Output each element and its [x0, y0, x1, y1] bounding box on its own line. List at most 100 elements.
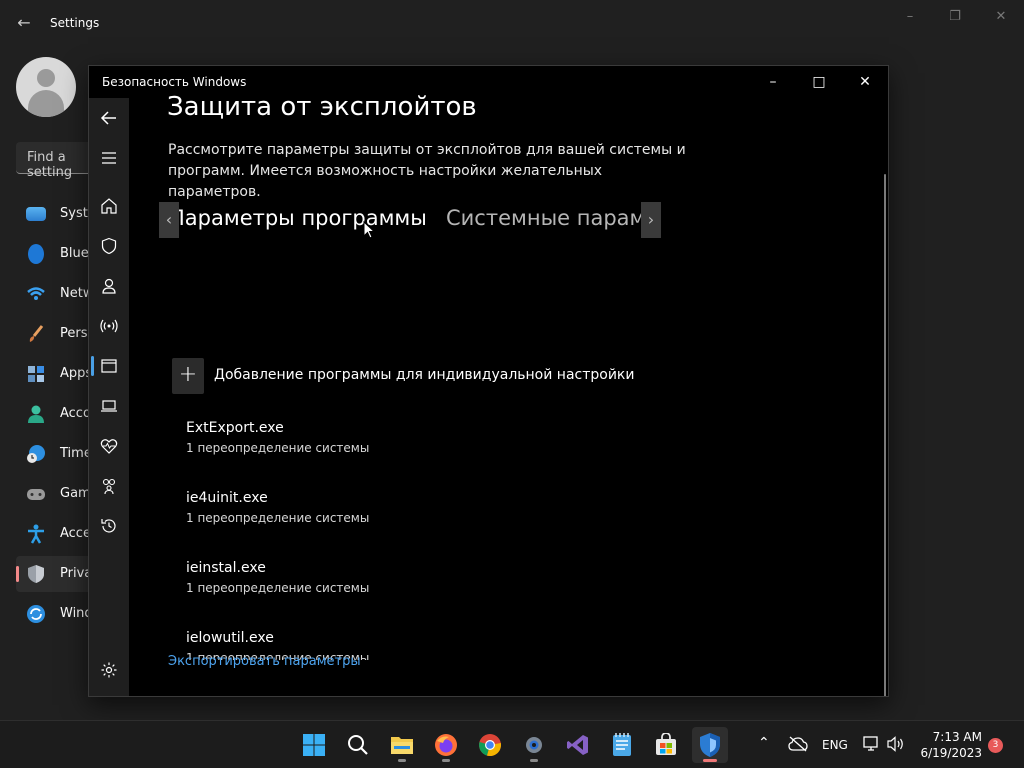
tab-program-settings[interactable]: Параметры программы	[169, 206, 427, 230]
scrollbar[interactable]	[884, 174, 886, 696]
gear-icon	[526, 737, 542, 753]
sidebar-item-accessibility[interactable]: Accessibility	[16, 516, 140, 552]
nav-protection-history[interactable]	[89, 508, 129, 544]
nav-account-protection[interactable]	[89, 268, 129, 304]
sidebar-item-windows-update[interactable]: Windows Update	[16, 596, 169, 632]
security-window-title: Безопасность Windows	[102, 75, 247, 89]
nav-home[interactable]	[89, 188, 129, 224]
taskbar-visual-studio[interactable]	[560, 727, 596, 763]
update-icon	[26, 604, 46, 624]
wifi-icon	[26, 284, 46, 304]
tab-strip: Параметры программы Системные параметры …	[159, 202, 661, 240]
antenna-icon	[100, 319, 118, 333]
program-override-count: 1 переопределение системы	[186, 581, 370, 595]
app-window-icon	[101, 359, 117, 373]
minimize-icon[interactable]: –	[750, 66, 796, 98]
taskbar-chrome[interactable]	[472, 727, 508, 763]
clock-globe-icon	[26, 444, 46, 464]
plus-icon: +	[172, 358, 204, 394]
shield-icon	[101, 237, 117, 255]
sidebar-item-apps[interactable]: Apps	[16, 356, 96, 392]
notepad-icon	[613, 733, 631, 756]
chrome-icon	[479, 734, 501, 757]
language-indicator[interactable]: ENG	[822, 738, 848, 752]
store-bag-icon	[656, 733, 676, 755]
settings-titlebar: ← Settings – ❐ ✕	[0, 0, 1024, 48]
program-name: ieinstal.exe	[186, 560, 266, 576]
taskbar-file-explorer[interactable]	[384, 727, 420, 763]
history-icon	[101, 519, 116, 533]
shield-icon	[26, 564, 46, 584]
sidebar-item-personalization[interactable]: Personalization	[16, 316, 159, 352]
tray-overflow-chevron-icon[interactable]: ⌃	[758, 735, 770, 751]
bluetooth-icon	[28, 244, 44, 264]
program-name: ie4uinit.exe	[186, 490, 268, 506]
family-icon	[102, 478, 116, 495]
folder-icon	[391, 737, 413, 754]
sidebar-item-gaming[interactable]: Gaming	[16, 476, 111, 512]
taskbar-settings[interactable]	[516, 727, 552, 763]
sidebar-item-accounts[interactable]: Accounts	[16, 396, 119, 432]
taskbar-microsoft-store[interactable]	[648, 727, 684, 763]
list-item[interactable]: ExtExport.exe 1 переопределение системы	[186, 420, 586, 480]
sidebar-item-network[interactable]: Network & internet	[16, 276, 184, 312]
program-name: ielowutil.exe	[186, 630, 274, 646]
search-icon	[348, 735, 368, 755]
monitor-icon	[26, 207, 46, 221]
nav-app-browser-control[interactable]	[89, 348, 129, 384]
person-icon	[26, 404, 46, 424]
network-icon[interactable]	[863, 736, 881, 756]
hamburger-icon	[102, 152, 116, 164]
cloud-off-icon[interactable]	[788, 736, 808, 756]
sidebar-item-bluetooth[interactable]: Bluetooth & devices	[16, 236, 191, 272]
list-item[interactable]: ie4uinit.exe 1 переопределение системы	[186, 490, 586, 550]
menu-button[interactable]	[89, 140, 129, 176]
list-item[interactable]: ieinstal.exe 1 переопределение системы	[186, 560, 586, 620]
program-override-count: 1 переопределение системы	[186, 511, 370, 525]
tab-system-settings[interactable]: Системные параметры	[446, 206, 661, 230]
page-title: Защита от эксплойтов	[167, 92, 477, 122]
back-button[interactable]	[89, 100, 129, 136]
clock-date: 6/19/2023	[920, 746, 982, 760]
nav-firewall-network[interactable]	[89, 308, 129, 344]
taskbar-clock[interactable]: 7:13 AM 6/19/2023	[918, 729, 982, 761]
taskbar-windows-security[interactable]	[692, 727, 728, 763]
brush-icon	[26, 324, 46, 344]
gear-icon	[101, 662, 117, 678]
back-arrow-icon[interactable]: ←	[14, 13, 34, 33]
page-description: Рассмотрите параметры защиты от эксплойт…	[168, 142, 686, 200]
accessibility-icon	[26, 524, 46, 544]
sidebar-item-time-language[interactable]: Time & language	[16, 436, 171, 472]
program-override-count: 1 переопределение системы	[186, 441, 370, 455]
nav-virus-protection[interactable]	[89, 228, 129, 264]
maximize-icon[interactable]: □	[796, 66, 842, 98]
tab-scroll-right-icon[interactable]: ›	[641, 202, 661, 238]
nav-device-security[interactable]	[89, 388, 129, 424]
close-icon[interactable]: ✕	[842, 66, 888, 98]
taskbar-notepad[interactable]	[604, 727, 640, 763]
firefox-icon	[435, 734, 457, 756]
security-nav-rail	[89, 98, 129, 696]
nav-device-performance[interactable]	[89, 428, 129, 464]
sidebar-item-privacy-security[interactable]: Privacy & security	[16, 556, 177, 592]
sidebar-item-system[interactable]: System	[16, 196, 108, 232]
nav-family-options[interactable]	[89, 468, 129, 504]
back-arrow-icon	[100, 111, 116, 125]
tab-scroll-left-icon[interactable]: ‹	[159, 202, 179, 238]
restore-icon[interactable]: ❐	[940, 8, 970, 26]
gamepad-icon	[26, 484, 46, 504]
search-button[interactable]	[340, 727, 376, 763]
notification-badge[interactable]: 3	[988, 738, 1003, 753]
minimize-icon[interactable]: –	[895, 8, 925, 26]
export-settings-link[interactable]: Экспортировать параметры	[168, 654, 361, 669]
heart-pulse-icon	[100, 439, 118, 454]
close-icon[interactable]: ✕	[986, 8, 1016, 26]
taskbar-firefox[interactable]	[428, 727, 464, 763]
settings-title: Settings	[50, 16, 100, 30]
avatar[interactable]	[16, 57, 76, 117]
nav-settings[interactable]	[89, 652, 129, 688]
volume-icon[interactable]	[887, 736, 905, 756]
apps-icon	[26, 364, 46, 384]
person-icon	[102, 278, 116, 294]
start-button[interactable]	[296, 727, 332, 763]
